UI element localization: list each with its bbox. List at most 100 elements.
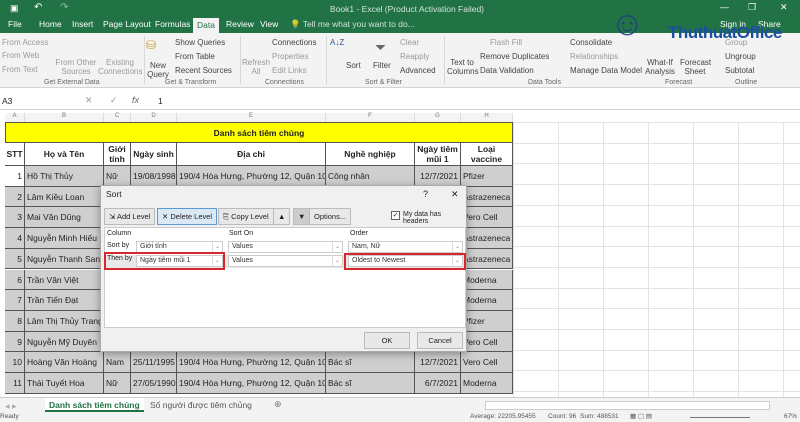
headers-checkbox[interactable]: ✓ (391, 211, 400, 220)
column-header-e[interactable]: E (177, 113, 326, 122)
table-cell[interactable]: 12/7/2021 (415, 166, 461, 187)
table-cell[interactable]: 9 (5, 331, 25, 353)
sort-button[interactable]: Sort (346, 61, 361, 70)
table-cell[interactable]: Astrazeneca (461, 248, 513, 270)
consolidate-button[interactable]: Consolidate (570, 38, 612, 47)
edit-links-button[interactable]: Edit Links (272, 66, 307, 75)
tell-me-input[interactable]: 💡 Tell me what you want to do... (290, 19, 415, 30)
table-cell[interactable]: 25/11/1995 (131, 352, 177, 373)
properties-button[interactable]: Properties (272, 52, 308, 61)
clear-button[interactable]: Clear (400, 38, 419, 47)
table-cell[interactable]: 2 (5, 186, 25, 208)
table-cell[interactable]: 19/08/1998 (131, 166, 177, 187)
table-cell[interactable]: Hồ Thị Thủy (25, 166, 104, 187)
table-cell[interactable]: Bác sĩ (326, 373, 415, 394)
column-header-f[interactable]: F (326, 113, 415, 122)
table-cell[interactable]: Bác sĩ (326, 352, 415, 373)
tab-formulas[interactable]: Formulas (155, 19, 190, 29)
table-cell[interactable]: Mai Văn Dũng (25, 207, 104, 229)
table-cell[interactable]: 6 (5, 269, 25, 291)
from-access-button[interactable]: From Access (2, 38, 48, 47)
scroll-tabs-icon[interactable]: ◂ ▸ (5, 401, 17, 412)
table-cell[interactable]: Moderna (461, 269, 513, 291)
tab-data[interactable]: Data (193, 18, 219, 33)
save-icon[interactable]: ▣ (10, 3, 19, 14)
table-cell[interactable]: Vero Cell (461, 331, 513, 353)
tab-view[interactable]: View (260, 19, 278, 29)
advanced-button[interactable]: Advanced (400, 66, 436, 75)
tab-file[interactable]: File (8, 19, 22, 29)
column-header-c[interactable]: C (104, 113, 131, 122)
horizontal-scrollbar[interactable] (485, 401, 770, 410)
flash-fill-button[interactable]: Flash Fill (490, 38, 522, 47)
data-validation-button[interactable]: Data Validation (480, 66, 534, 75)
from-table-button[interactable]: From Table (175, 52, 215, 61)
table-cell[interactable]: Astrazeneca (461, 186, 513, 208)
show-queries-button[interactable]: Show Queries (175, 38, 225, 47)
from-other-sources-button[interactable]: From Other Sources (54, 58, 98, 76)
view-buttons[interactable]: ▦ ▢ ▤ (630, 412, 652, 420)
fx-icon[interactable]: fx (132, 95, 139, 105)
sort-by-order-select[interactable]: Nam, Nữ ⌄ (348, 241, 463, 253)
table-cell[interactable]: 3 (5, 207, 25, 229)
table-cell[interactable]: 5 (5, 248, 25, 270)
cancel-button[interactable]: Cancel (417, 332, 463, 349)
tab-page-layout[interactable]: Page Layout (103, 19, 151, 29)
table-cell[interactable]: 190/4 Hòa Hưng, Phường 12, Quận 10 (177, 373, 326, 394)
existing-connections-button[interactable]: Existing Connections (98, 58, 142, 76)
table-cell[interactable]: Trần Tiến Đạt (25, 290, 104, 311)
new-query-button[interactable]: New Query (146, 61, 170, 79)
table-cell[interactable]: Nam (104, 352, 131, 373)
filter-button[interactable]: Filter (373, 61, 391, 70)
tab-insert[interactable]: Insert (72, 19, 93, 29)
table-cell[interactable]: Trần Văn Việt (25, 269, 104, 291)
add-level-button[interactable]: ⇲ Add Level (104, 208, 156, 225)
refresh-all-button[interactable]: Refresh All (242, 58, 270, 76)
column-header-d[interactable]: D (131, 113, 177, 122)
table-cell[interactable]: 1 (5, 166, 25, 187)
table-cell[interactable]: 10 (5, 352, 25, 373)
delete-level-button[interactable]: ✕ Delete Level (157, 208, 218, 225)
table-cell[interactable]: 190/4 Hòa Hưng, Phường 12, Quận 10 (177, 352, 326, 373)
from-text-button[interactable]: From Text (2, 65, 37, 74)
table-cell[interactable]: Nguyễn Minh Hiếu (25, 228, 104, 249)
column-header-g[interactable]: G (415, 113, 461, 122)
table-cell[interactable]: 27/05/1990 (131, 373, 177, 394)
table-cell[interactable]: Lâm Kiều Loan (25, 186, 104, 208)
table-cell[interactable]: 190/4 Hòa Hưng, Phường 12, Quận 10 (177, 166, 326, 187)
then-by-sort-on-select[interactable]: Values ⌄ (228, 255, 343, 267)
recent-sources-button[interactable]: Recent Sources (175, 66, 232, 75)
sheet-tab[interactable]: Số người được tiêm chủng (150, 400, 252, 410)
sheet-tab-active[interactable]: Danh sách tiêm chủng (45, 398, 144, 412)
sort-az-icon[interactable]: A↓Z (330, 38, 344, 47)
move-up-button[interactable]: ▲ (273, 208, 291, 225)
table-cell[interactable]: Nữ (104, 166, 131, 187)
table-cell[interactable]: 8 (5, 310, 25, 332)
table-cell[interactable]: 12/7/2021 (415, 352, 461, 373)
table-cell[interactable]: Vero Cell (461, 352, 513, 373)
connections-button[interactable]: Connections (272, 38, 316, 47)
help-button[interactable]: ? (423, 189, 428, 199)
tab-home[interactable]: Home (39, 19, 62, 29)
table-cell[interactable]: Astrazeneca (461, 228, 513, 249)
column-header-b[interactable]: B (25, 113, 104, 122)
table-cell[interactable]: 11 (5, 373, 25, 394)
enter-icon[interactable]: ✓ (110, 95, 118, 106)
table-cell[interactable]: Hoàng Văn Hoàng (25, 352, 104, 373)
column-header-a[interactable]: A (5, 113, 25, 122)
table-cell[interactable]: Pfizer (461, 310, 513, 332)
redo-icon[interactable]: ↷ (60, 2, 68, 13)
dialog-close-button[interactable]: ✕ (451, 189, 459, 200)
sort-by-sort-on-select[interactable]: Values ⌄ (228, 241, 343, 253)
ok-button[interactable]: OK (364, 332, 410, 349)
text-to-columns-button[interactable]: Text to Columns (447, 58, 479, 76)
remove-duplicates-button[interactable]: Remove Duplicates (480, 52, 549, 61)
tab-review[interactable]: Review (226, 19, 254, 29)
table-cell[interactable]: Vero Cell (461, 207, 513, 229)
column-header-h[interactable]: H (461, 113, 513, 122)
copy-level-button[interactable]: ⎘ Copy Level (218, 208, 274, 225)
options-button[interactable]: Options... (309, 208, 352, 225)
table-cell[interactable]: Thái Tuyết Hoa (25, 373, 104, 394)
table-cell[interactable]: Công nhân (326, 166, 415, 187)
from-web-button[interactable]: From Web (2, 51, 39, 60)
